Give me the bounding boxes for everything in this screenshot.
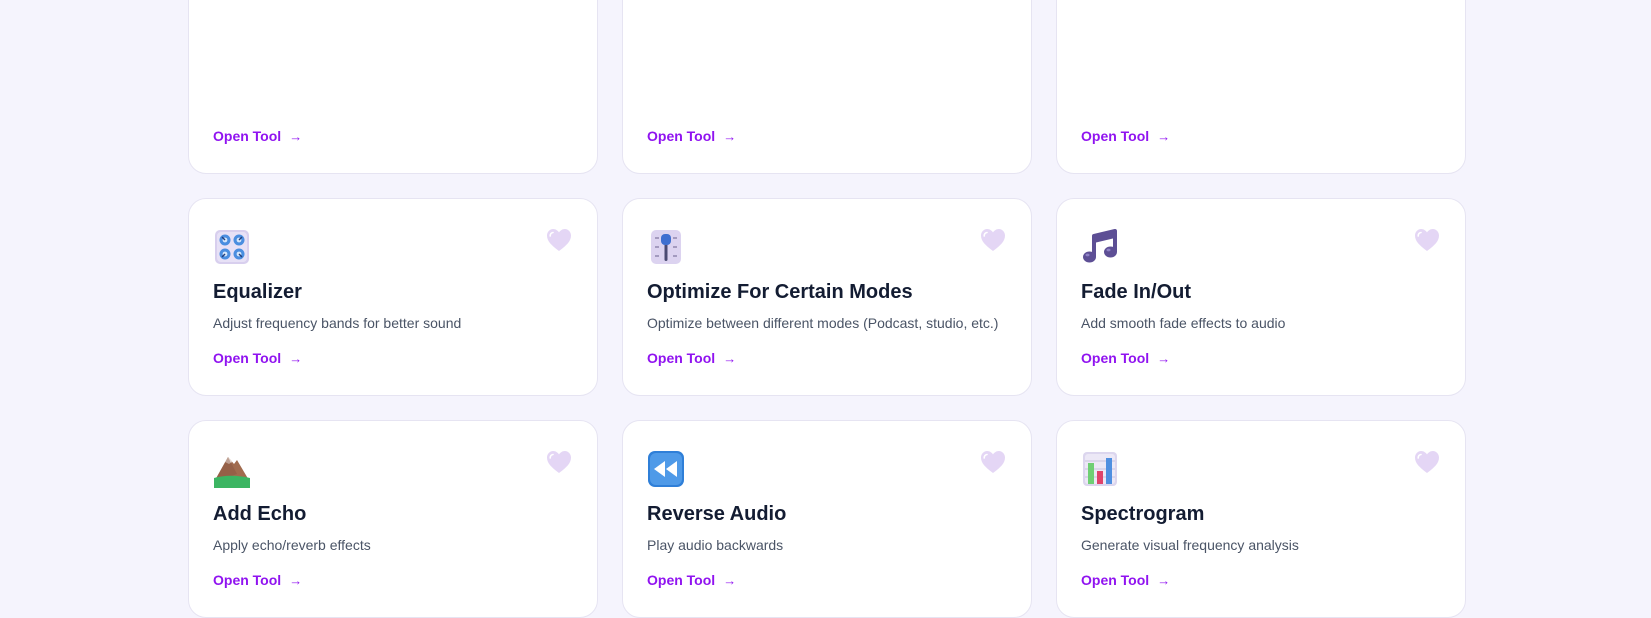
tool-card-fade-in-out[interactable]: Fade In/Out Add smooth fade effects to a… [1056,198,1466,396]
arrow-right-icon: → [723,572,737,588]
level-slider-icon [646,227,686,267]
open-tool-link[interactable]: Open Tool → [213,350,302,366]
arrow-right-icon: → [1157,128,1171,144]
arrow-right-icon: → [1157,572,1171,588]
tool-description: Play audio backwards [647,537,784,553]
open-tool-link[interactable]: Open Tool → [1081,128,1170,144]
tool-card[interactable]: Open Tool → [622,0,1032,174]
tool-description: Adjust frequency bands for better sound [213,315,462,331]
open-tool-label: Open Tool [1081,572,1150,588]
tools-grid: Open Tool → Open Tool → Open Tool → Equa… [188,0,1466,618]
open-tool-link[interactable]: Open Tool → [647,350,736,366]
open-tool-link[interactable]: Open Tool → [1081,572,1170,588]
arrow-right-icon: → [1157,350,1171,366]
tool-title: Spectrogram [1081,503,1205,525]
open-tool-link[interactable]: Open Tool → [1081,350,1170,366]
open-tool-label: Open Tool [213,128,282,144]
tool-description: Apply echo/reverb effects [213,537,371,553]
tool-title: Optimize For Certain Modes [647,281,913,303]
tool-card-spectrogram[interactable]: Spectrogram Generate visual frequency an… [1056,420,1466,618]
favorite-heart-icon[interactable] [979,449,1007,475]
open-tool-label: Open Tool [647,128,716,144]
open-tool-link[interactable]: Open Tool → [647,128,736,144]
favorite-heart-icon[interactable] [979,227,1007,253]
favorite-heart-icon[interactable] [545,227,573,253]
tool-card-optimize-modes[interactable]: Optimize For Certain Modes Optimize betw… [622,198,1032,396]
open-tool-link[interactable]: Open Tool → [213,572,302,588]
tool-description: Optimize between different modes (Podcas… [647,315,999,331]
favorite-heart-icon[interactable] [1413,449,1441,475]
open-tool-label: Open Tool [1081,128,1150,144]
musical-notes-icon [1080,227,1120,267]
favorite-heart-icon[interactable] [545,449,573,475]
arrow-right-icon: → [289,350,303,366]
tool-title: Add Echo [213,503,307,525]
mountain-icon [212,449,252,489]
tool-card[interactable]: Open Tool → [1056,0,1466,174]
open-tool-label: Open Tool [213,350,282,366]
open-tool-label: Open Tool [213,572,282,588]
favorite-heart-icon[interactable] [1413,227,1441,253]
open-tool-label: Open Tool [647,350,716,366]
open-tool-link[interactable]: Open Tool → [647,572,736,588]
tool-title: Reverse Audio [647,503,787,525]
arrow-right-icon: → [723,128,737,144]
rewind-button-icon [646,449,686,489]
arrow-right-icon: → [289,572,303,588]
bar-chart-icon [1080,449,1120,489]
arrow-right-icon: → [723,350,737,366]
open-tool-label: Open Tool [1081,350,1150,366]
arrow-right-icon: → [289,128,303,144]
tool-description: Generate visual frequency analysis [1081,537,1299,553]
tool-title: Equalizer [213,281,302,303]
tool-card-reverse-audio[interactable]: Reverse Audio Play audio backwards Open … [622,420,1032,618]
open-tool-link[interactable]: Open Tool → [213,128,302,144]
tool-card-equalizer[interactable]: Equalizer Adjust frequency bands for bet… [188,198,598,396]
tool-title: Fade In/Out [1081,281,1191,303]
open-tool-label: Open Tool [647,572,716,588]
tool-card-add-echo[interactable]: Add Echo Apply echo/reverb effects Open … [188,420,598,618]
tool-description: Add smooth fade effects to audio [1081,315,1286,331]
control-knobs-icon [212,227,252,267]
tool-card[interactable]: Open Tool → [188,0,598,174]
